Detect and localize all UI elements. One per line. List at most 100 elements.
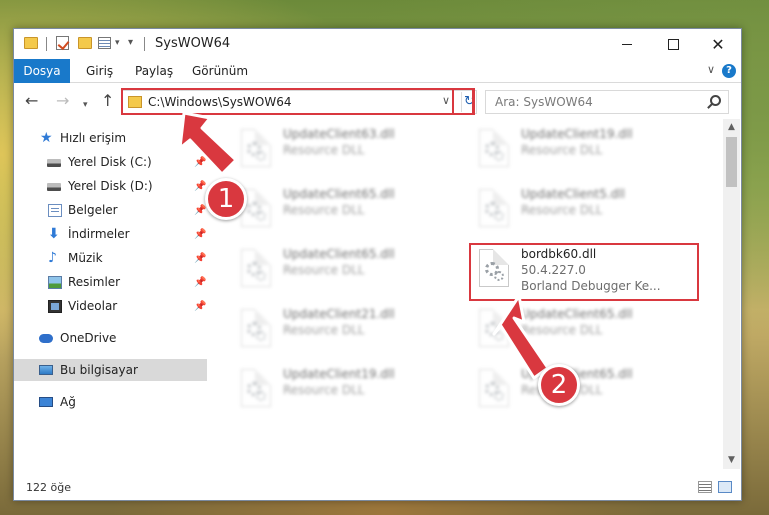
step-badge-1: 1 [205, 178, 247, 220]
sidebar-item-label: Belgeler [68, 203, 118, 217]
title-bar: ▾ ▾ SysWOW64 ✕ [14, 29, 741, 59]
properties-check-icon[interactable] [56, 36, 69, 50]
file-item[interactable]: UpdateClient63.dll Resource DLL [235, 123, 465, 173]
details-view-icon[interactable] [698, 481, 712, 493]
network-icon [39, 397, 53, 407]
up-arrow-icon[interactable]: ↑ [101, 92, 114, 110]
sidebar-item-label: Resimler [68, 275, 121, 289]
maximize-button[interactable] [650, 29, 696, 59]
window-title: SysWOW64 [155, 36, 231, 51]
ribbon-tabs: Dosya Giriş Paylaş Görünüm ∨ ? [14, 59, 741, 83]
close-button[interactable]: ✕ [695, 29, 741, 59]
refresh-highlight-box [452, 88, 475, 115]
folder-icon [24, 37, 38, 49]
status-bar: 122 öğe [14, 469, 741, 500]
file-item[interactable]: UpdateClient65.dll Resource DLL [473, 363, 703, 413]
quick-access-dropdown-icon[interactable]: ▾ [128, 37, 133, 48]
address-highlight-box [121, 88, 474, 115]
separator [46, 37, 47, 51]
file-name: UpdateClient5.dll [521, 187, 625, 201]
navigation-bar: ← → ▾ ↑ C:\Windows\SysWOW64 ∨ ↻ Ara: Sys… [14, 83, 741, 119]
tab-home[interactable]: Giriş [86, 59, 113, 83]
dll-file-icon [241, 369, 271, 407]
file-description: Resource DLL [283, 383, 365, 397]
file-name: UpdateClient65.dll [283, 247, 395, 261]
file-item[interactable]: UpdateClient19.dll Resource DLL [473, 123, 703, 173]
pin-icon[interactable]: 📌 [194, 181, 206, 192]
documents-icon [48, 203, 62, 217]
downloads-icon: ⬇ [48, 225, 60, 242]
file-description: Resource DLL [283, 323, 365, 337]
scroll-down-icon[interactable]: ▼ [723, 452, 740, 469]
search-icon[interactable] [710, 95, 721, 106]
sidebar-item-quick-access[interactable]: ★ Hızlı erişim [14, 127, 207, 149]
file-item[interactable]: UpdateClient65.dll Resource DLL [235, 243, 465, 293]
sidebar-item-onedrive[interactable]: OneDrive [14, 327, 207, 349]
dll-file-icon [479, 189, 509, 227]
search-input[interactable]: Ara: SysWOW64 [485, 90, 729, 114]
sidebar-item-videos[interactable]: Videolar 📌 [14, 295, 207, 317]
music-icon: ♪ [48, 249, 57, 266]
file-description: Resource DLL [283, 203, 365, 217]
tab-view[interactable]: Görünüm [192, 59, 248, 83]
sidebar-item-local-disk-c[interactable]: Yerel Disk (C:) 📌 [14, 151, 207, 173]
onedrive-icon [39, 334, 53, 343]
navigation-pane: ★ Hızlı erişim Yerel Disk (C:) 📌 Yerel D… [14, 119, 209, 469]
tiles-view-icon[interactable] [718, 481, 732, 493]
dll-file-icon [241, 309, 271, 347]
sidebar-item-label: Bu bilgisayar [60, 363, 138, 377]
sidebar-item-label: Yerel Disk (D:) [68, 179, 153, 193]
sidebar-item-documents[interactable]: Belgeler 📌 [14, 199, 207, 221]
dll-file-icon [241, 249, 271, 287]
tab-file[interactable]: Dosya [14, 59, 70, 83]
forward-arrow-icon[interactable]: → [56, 92, 69, 110]
pin-icon[interactable]: 📌 [194, 229, 206, 240]
new-folder-icon[interactable] [78, 37, 92, 49]
tab-share[interactable]: Paylaş [135, 59, 173, 83]
pin-icon[interactable]: 📌 [194, 253, 206, 264]
sidebar-item-label: OneDrive [60, 331, 117, 345]
file-name: UpdateClient65.dll [283, 187, 395, 201]
scroll-up-icon[interactable]: ▲ [723, 119, 740, 136]
chevron-down-icon[interactable]: ▾ [115, 38, 120, 48]
minimize-button[interactable] [604, 29, 650, 59]
file-name: UpdateClient19.dll [521, 127, 633, 141]
file-explorer-window: ▾ ▾ SysWOW64 ✕ Dosya Giriş Paylaş Görünü… [13, 28, 742, 501]
sidebar-item-this-pc[interactable]: Bu bilgisayar [14, 359, 207, 381]
pin-icon[interactable]: 📌 [194, 205, 206, 216]
sidebar-item-local-disk-d[interactable]: Yerel Disk (D:) 📌 [14, 175, 207, 197]
file-description: Resource DLL [521, 203, 603, 217]
file-item[interactable]: UpdateClient19.dll Resource DLL [235, 363, 465, 413]
sidebar-item-pictures[interactable]: Resimler 📌 [14, 271, 207, 293]
expand-ribbon-icon[interactable]: ∨ [707, 63, 715, 76]
file-item[interactable]: UpdateClient5.dll Resource DLL [473, 183, 703, 233]
sidebar-item-music[interactable]: ♪ Müzik 📌 [14, 247, 207, 269]
sidebar-item-label: Ağ [60, 395, 76, 409]
file-description: Resource DLL [521, 143, 603, 157]
sidebar-item-label: İndirmeler [68, 227, 130, 241]
sidebar-item-network[interactable]: Ağ [14, 391, 207, 413]
pin-icon[interactable]: 📌 [194, 301, 206, 312]
customize-toolbar-icon[interactable] [98, 37, 111, 49]
sidebar-item-label: Müzik [68, 251, 103, 265]
file-item[interactable]: UpdateClient65.dll Resource DLL [473, 303, 703, 353]
computer-icon [39, 365, 53, 375]
file-description: Resource DLL [521, 323, 603, 337]
dll-file-icon [479, 129, 509, 167]
sidebar-item-downloads[interactable]: ⬇ İndirmeler 📌 [14, 223, 207, 245]
sidebar-item-label: Hızlı erişim [60, 131, 127, 145]
pin-icon[interactable]: 📌 [194, 277, 206, 288]
back-arrow-icon[interactable]: ← [25, 92, 38, 110]
help-icon[interactable]: ? [722, 64, 736, 78]
file-name: UpdateClient63.dll [283, 127, 395, 141]
file-item[interactable]: UpdateClient21.dll Resource DLL [235, 303, 465, 353]
drive-icon [47, 159, 61, 167]
pin-icon[interactable]: 📌 [194, 157, 206, 168]
file-name: UpdateClient19.dll [283, 367, 395, 381]
vertical-scrollbar[interactable]: ▲ ▼ [723, 119, 740, 469]
scroll-thumb[interactable] [726, 137, 737, 187]
dll-file-icon [479, 309, 509, 347]
item-count: 122 öğe [26, 481, 71, 494]
file-item[interactable]: UpdateClient65.dll Resource DLL [235, 183, 465, 233]
recent-locations-icon[interactable]: ▾ [83, 96, 88, 114]
